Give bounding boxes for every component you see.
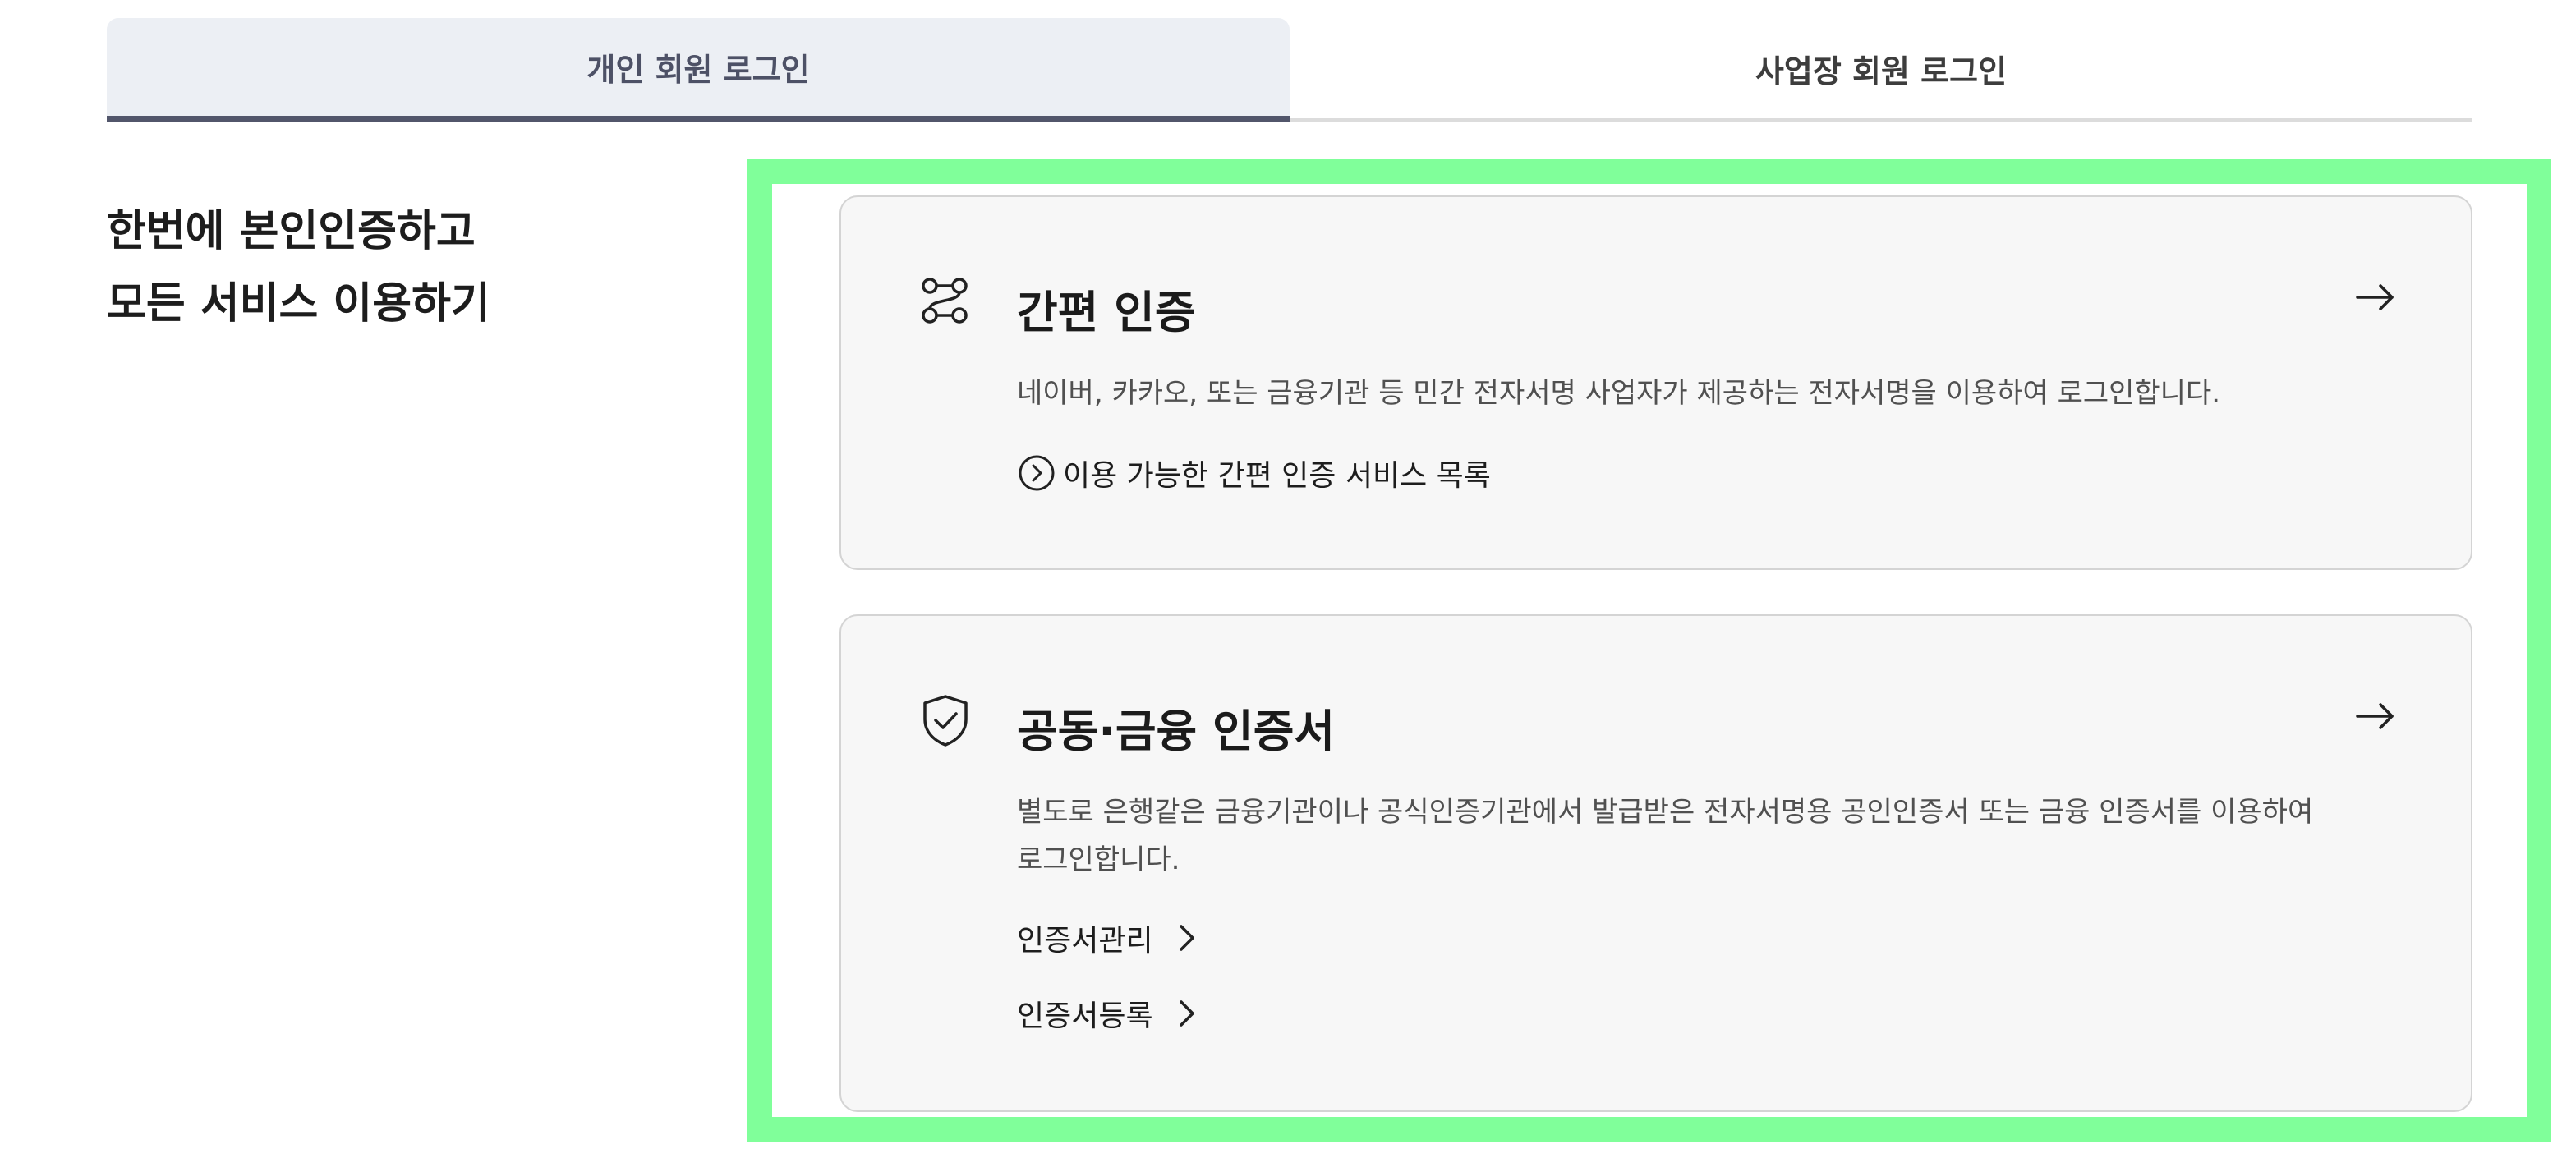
headline-line-2: 모든 서비스 이용하기 xyxy=(107,279,490,329)
tab-personal-login-label: 개인 회원 로그인 xyxy=(586,52,810,88)
arrow-right-icon[interactable] xyxy=(2354,276,2397,319)
headline-line-1: 한번에 본인인증하고 xyxy=(107,207,476,256)
certificate-manage-label: 인증서관리 xyxy=(1017,924,1153,958)
chevron-right-icon xyxy=(1179,1000,1194,1027)
simple-auth-title: 간편 인증 xyxy=(1017,287,1196,338)
tab-business-login-label: 사업장 회원 로그인 xyxy=(1755,53,2008,90)
shield-check-icon xyxy=(923,695,968,747)
certificate-manage-link[interactable]: 인증서관리 xyxy=(1017,917,1199,959)
simple-auth-description: 네이버, 카카오, 또는 금융기관 등 민간 전자서명 사업자가 제공하는 전자… xyxy=(1017,377,2221,410)
arrow-right-icon[interactable] xyxy=(2354,695,2397,738)
certificate-auth-title: 공동·금융 인증서 xyxy=(1017,705,1336,757)
simple-auth-card[interactable]: 간편 인증 네이버, 카카오, 또는 금융기관 등 민간 전자서명 사업자가 제… xyxy=(840,195,2472,570)
chevron-right-icon xyxy=(1179,925,1194,951)
tab-business-login[interactable]: 사업장 회원 로그인 xyxy=(1290,18,2472,122)
certificate-register-link[interactable]: 인증서등록 xyxy=(1017,992,1199,1035)
certificate-register-label: 인증서등록 xyxy=(1017,999,1153,1033)
simple-auth-service-list-label: 이용 가능한 간편 인증 서비스 목록 xyxy=(1063,459,1491,493)
flow-nodes-icon xyxy=(922,278,968,324)
login-type-tabs: 개인 회원 로그인 사업장 회원 로그인 xyxy=(107,18,2472,122)
tab-personal-login[interactable]: 개인 회원 로그인 xyxy=(107,18,1290,122)
login-page: 개인 회원 로그인 사업장 회원 로그인 한번에 본인인증하고 모든 서비스 이… xyxy=(0,0,2576,1158)
simple-auth-service-list-link[interactable]: 이용 가능한 간편 인증 서비스 목록 xyxy=(1017,452,1491,494)
certificate-auth-description: 별도로 은행같은 금융기관이나 공식인증기관에서 발급받은 전자서명용 공인인증… xyxy=(1017,796,2314,876)
page-headline: 한번에 본인인증하고 모든 서비스 이용하기 xyxy=(107,195,490,340)
certificate-auth-card[interactable]: 공동·금융 인증서 별도로 은행같은 금융기관이나 공식인증기관에서 발급받은 … xyxy=(840,614,2472,1112)
circle-chevron-right-icon xyxy=(1019,455,1055,491)
